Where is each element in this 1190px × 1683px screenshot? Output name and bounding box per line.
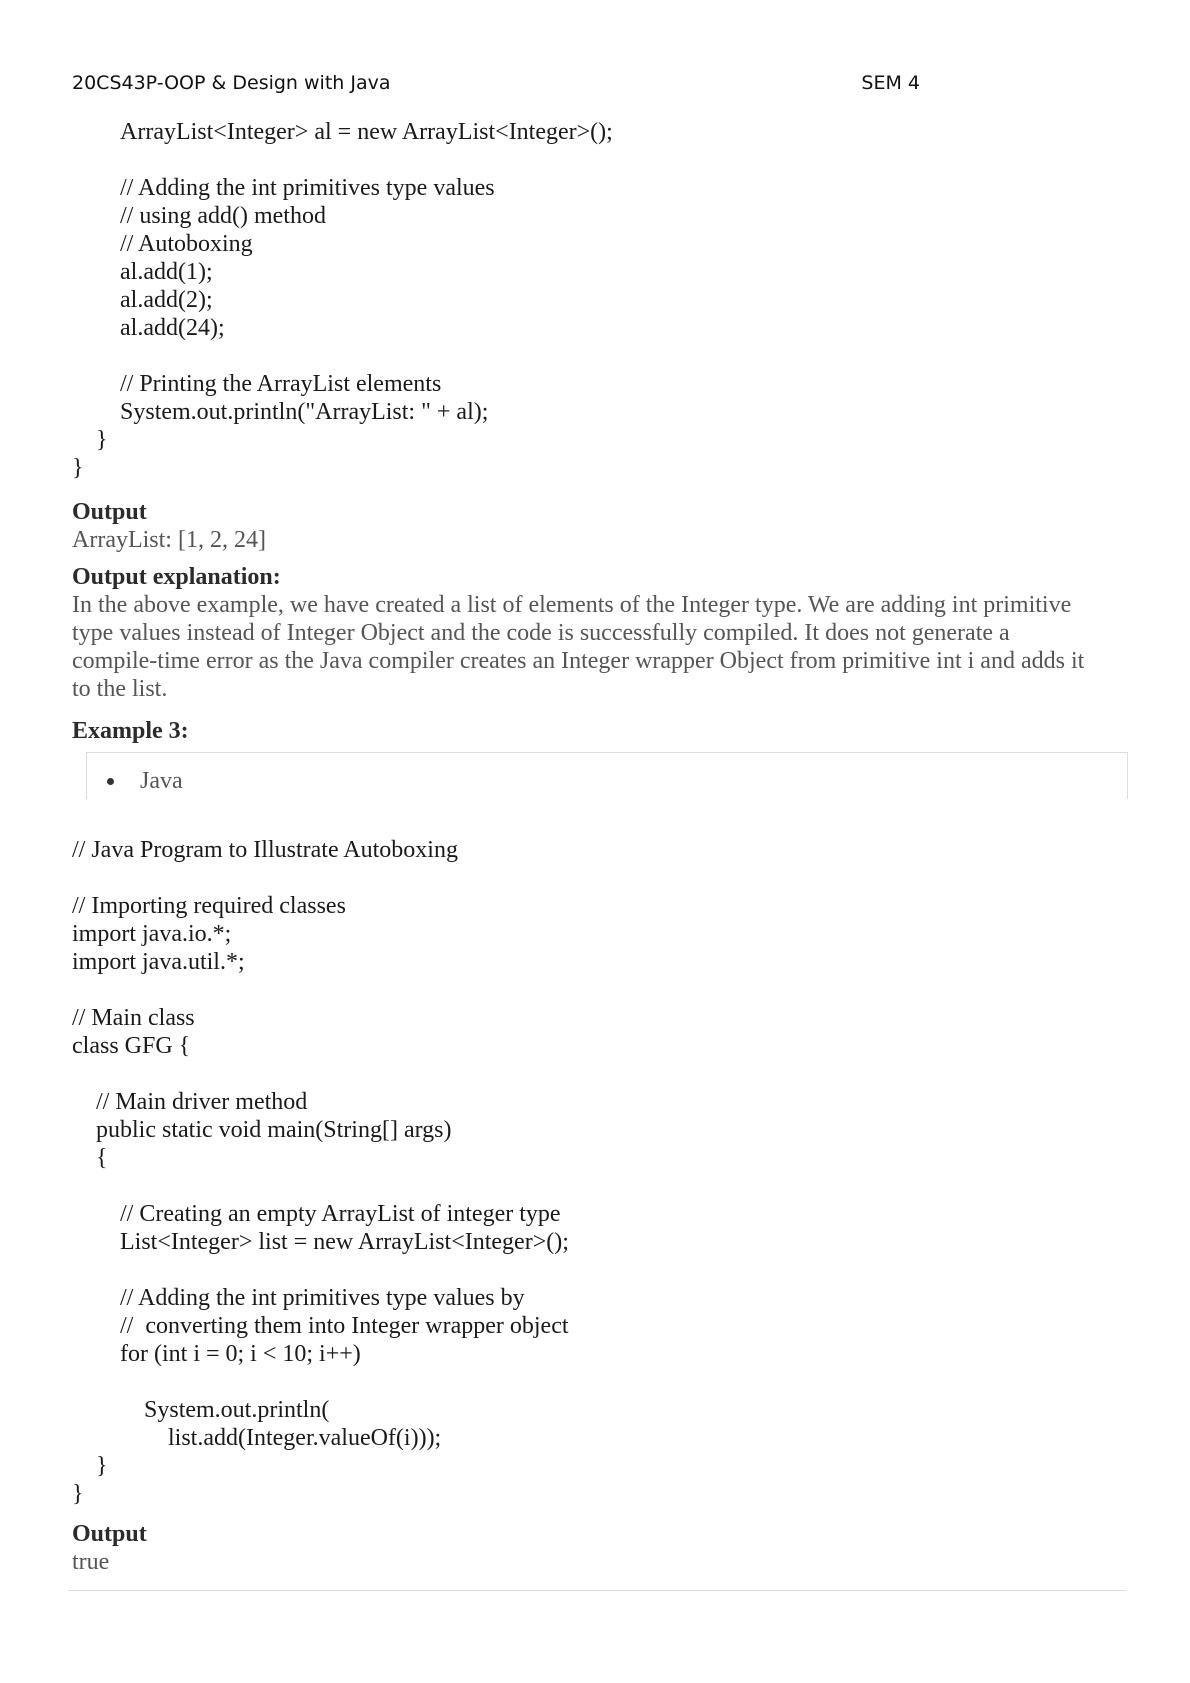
code-line: // Adding the int primitives type values <box>120 175 495 201</box>
example-heading-block: Example 3: <box>72 717 1112 745</box>
code-line: { <box>96 1145 108 1171</box>
explanation-line: type values instead of Integer Object an… <box>72 620 1010 646</box>
code-line: // Printing the ArrayList elements <box>120 371 442 397</box>
code-line: class GFG { <box>72 1033 191 1059</box>
code-line: // Importing required classes <box>72 893 346 919</box>
output-value: ArrayList: [1, 2, 24] <box>72 527 266 553</box>
code-line: import java.util.*; <box>72 949 245 975</box>
code-line: al.add(24); <box>120 315 225 341</box>
example-heading: Example 3: <box>72 718 189 744</box>
course-title: 20CS43P-OOP & Design with Java <box>72 72 391 94</box>
code-line: System.out.println("ArrayList: " + al); <box>120 399 489 425</box>
output-heading: Output <box>72 1521 147 1547</box>
code-line: ArrayList<Integer> al = new ArrayList<In… <box>120 119 613 145</box>
code-line: System.out.println( <box>144 1397 330 1423</box>
code-line: // Main class <box>72 1005 195 1031</box>
code-line: } <box>96 1453 108 1479</box>
output-heading: Output <box>72 499 147 525</box>
output-section-1: Output ArrayList: [1, 2, 24] <box>72 498 1112 554</box>
explanation-line: compile-time error as the Java compiler … <box>72 648 1085 674</box>
explanation-line: In the above example, we have created a … <box>72 592 1072 618</box>
tab-label: Java <box>140 768 183 794</box>
divider <box>68 1590 1126 1591</box>
code-line: al.add(1); <box>120 259 213 285</box>
explanation-section: Output explanation: In the above example… <box>72 563 1112 703</box>
code-line: // Java Program to Illustrate Autoboxing <box>72 837 458 863</box>
code-line: } <box>72 455 84 481</box>
code-line: list.add(Integer.valueOf(i))); <box>168 1425 442 1451</box>
code-line: List<Integer> list = new ArrayList<Integ… <box>120 1229 569 1255</box>
code-line: for (int i = 0; i < 10; i++) <box>120 1341 361 1367</box>
code-line: // Autoboxing <box>120 231 253 257</box>
code-line: // Adding the int primitives type values… <box>120 1285 525 1311</box>
bullet-icon <box>107 777 114 785</box>
code-line: // Main driver method <box>96 1089 308 1115</box>
code-line: } <box>72 1481 84 1507</box>
page-header: 20CS43P-OOP & Design with Java SEM 4 <box>72 72 920 94</box>
code-line: } <box>96 427 108 453</box>
code-line: public static void main(String[] args) <box>96 1117 452 1143</box>
output-value: true <box>72 1549 110 1575</box>
tab-java[interactable]: Java <box>107 767 183 795</box>
code-listing-bottom: // Java Program to Illustrate Autoboxing… <box>72 836 1112 1508</box>
code-line: // Creating an empty ArrayList of intege… <box>120 1201 561 1227</box>
code-listing-top: ArrayList<Integer> al = new ArrayList<In… <box>72 118 613 482</box>
semester-label: SEM 4 <box>861 72 920 94</box>
code-line: import java.io.*; <box>72 921 232 947</box>
explanation-line: to the list. <box>72 676 168 702</box>
code-line: // converting them into Integer wrapper … <box>120 1313 569 1339</box>
code-line: // using add() method <box>120 203 326 229</box>
output-section-2: Output true <box>72 1520 1112 1576</box>
code-line: al.add(2); <box>120 287 213 313</box>
code-language-tabs: Java <box>86 752 1128 799</box>
document-page: 20CS43P-OOP & Design with Java SEM 4 Arr… <box>0 0 1190 1683</box>
explanation-heading: Output explanation: <box>72 564 281 590</box>
